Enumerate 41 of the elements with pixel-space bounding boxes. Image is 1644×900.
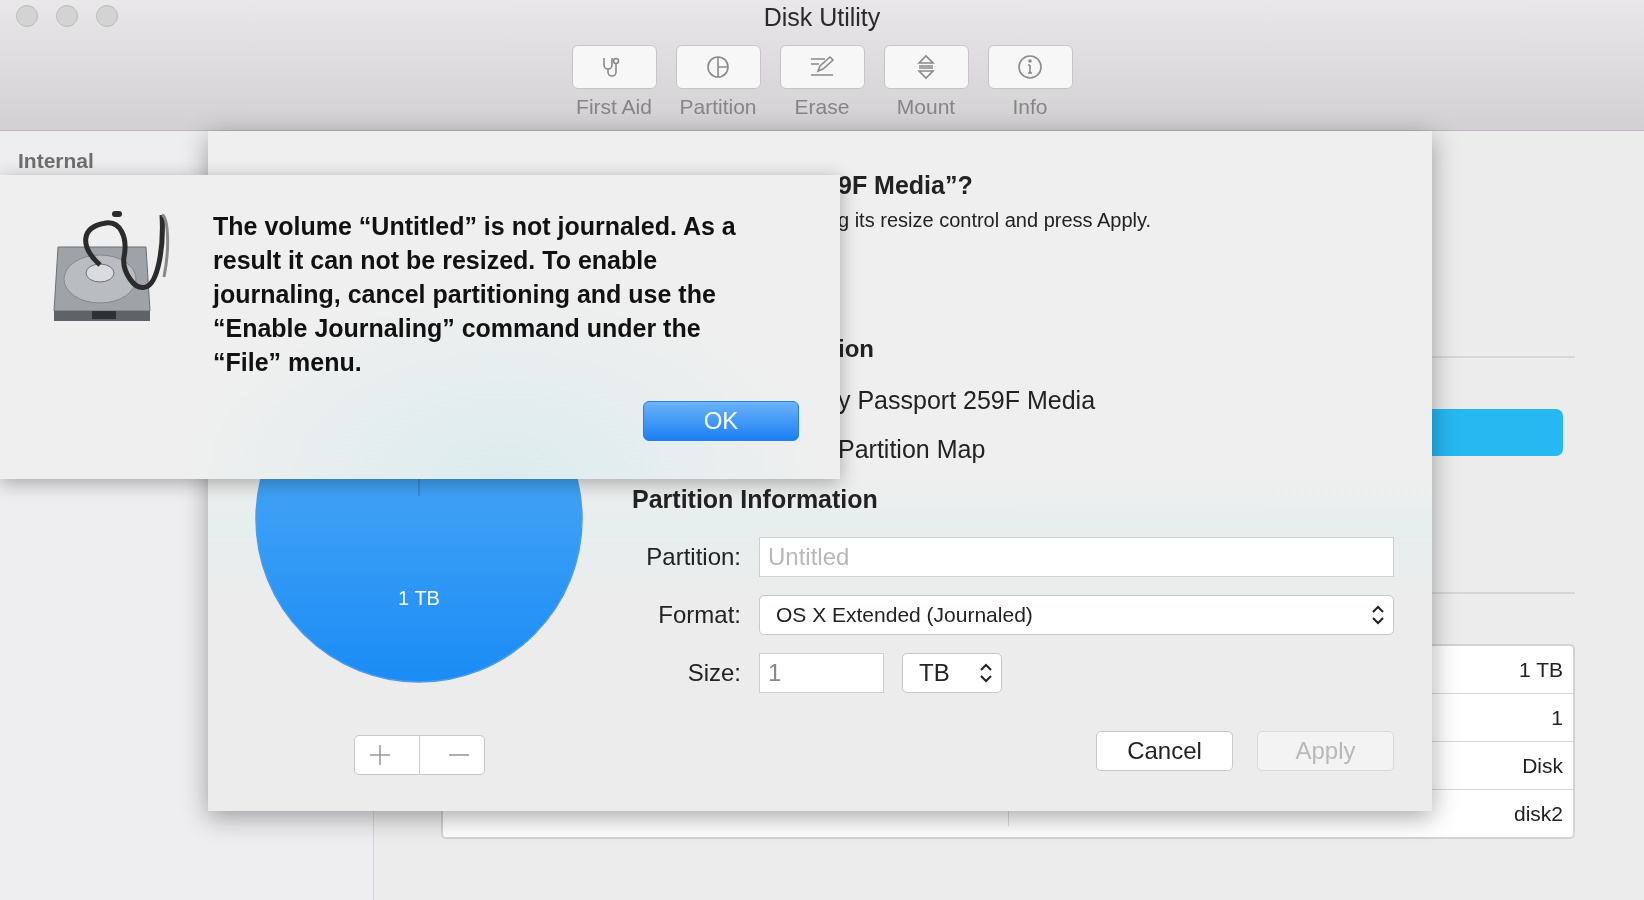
field-label: Size:	[686, 659, 741, 687]
close-button[interactable]	[16, 5, 38, 27]
toolbar-button[interactable]	[987, 45, 1073, 89]
up-down-arrows-icon	[916, 54, 936, 80]
toolbar-label: Mount	[896, 95, 956, 119]
toolbar-button[interactable]	[675, 45, 761, 89]
toolbar-label: Partition	[679, 95, 757, 119]
table-cell: disk2	[1513, 801, 1563, 826]
plus-icon	[369, 744, 391, 766]
toolbar-button[interactable]	[571, 45, 657, 89]
toolbar-label: Info	[1012, 95, 1048, 119]
toolbar-button[interactable]	[779, 45, 865, 89]
chevron-up-down-icon	[1371, 604, 1385, 626]
toolbar-button[interactable]	[883, 45, 969, 89]
table-cell: 1	[1551, 705, 1563, 730]
size-field[interactable]: 1	[759, 653, 884, 693]
section-heading: Partition Information	[632, 485, 879, 515]
toolbar-label: First Aid	[576, 95, 652, 119]
field-label: Partition:	[645, 543, 741, 571]
zoom-button[interactable]	[96, 5, 118, 27]
device-heading: ion	[838, 335, 874, 364]
add-remove-control[interactable]	[354, 735, 485, 775]
pie-icon	[705, 54, 731, 80]
info-icon	[1017, 54, 1043, 80]
sheet-title: 9F Media”?	[838, 171, 973, 201]
alert-message: The volume “Untitled” is not journaled. As a result it can not be resized. To enable journaling, cancel partitioning and use the “Enable Journaling” command under the “File” menu.	[213, 211, 737, 378]
chevron-up-down-icon	[979, 662, 993, 684]
unit-select[interactable]: TB	[902, 653, 1002, 693]
field-label: Format:	[657, 601, 741, 629]
table-cell: 1 TB	[1519, 657, 1563, 682]
minimize-button[interactable]	[56, 5, 78, 27]
table-cell: Disk	[1522, 753, 1563, 778]
partition-name-field[interactable]: Untitled	[759, 537, 1394, 577]
minus-icon	[448, 753, 470, 757]
partition-scheme: Partition Map	[838, 435, 986, 465]
sidebar-section-title: Internal	[18, 149, 95, 173]
partition-size-label: 1 TB	[397, 587, 441, 610]
toolbar-label: Erase	[794, 95, 850, 119]
window-title: Disk Utility	[763, 3, 881, 33]
cancel-button[interactable]: Cancel	[1096, 731, 1233, 771]
format-select[interactable]: OS X Extended (Journaled)	[759, 595, 1394, 635]
